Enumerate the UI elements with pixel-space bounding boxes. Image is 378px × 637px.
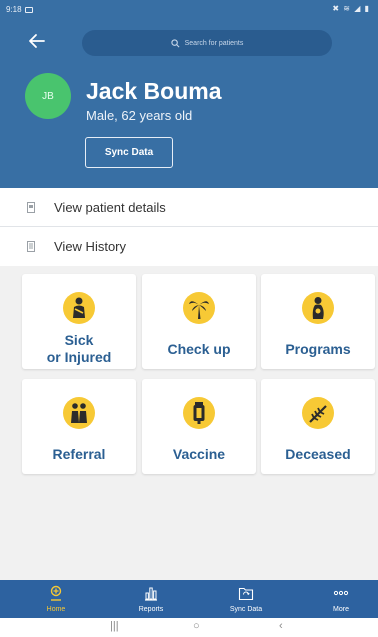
search-input[interactable]: Search for patients (82, 30, 332, 56)
system-home-button[interactable]: ○ (193, 620, 200, 632)
bottom-navigation: Home Reports Sync Data More (0, 580, 378, 618)
tile-vaccine[interactable]: Vaccine (142, 379, 256, 474)
tile-sick-or-injured[interactable]: Sick or Injured (22, 274, 136, 369)
back-arrow-icon[interactable] (24, 28, 50, 54)
nav-more[interactable]: More (305, 580, 377, 618)
sick-injured-icon (63, 292, 95, 324)
reports-icon (145, 587, 157, 601)
tile-label-or-injured: or Injured (46, 349, 112, 365)
patient-demographics: Male, 62 years old (86, 108, 193, 123)
sync-data-button[interactable]: Sync Data (85, 137, 173, 168)
tile-label-referral: Referral (52, 446, 106, 462)
document-icon (27, 202, 35, 213)
nav-home-label: Home (46, 606, 66, 613)
tile-label-vaccine: Vaccine (172, 446, 226, 462)
view-patient-details-row[interactable]: View patient details (0, 189, 378, 227)
avatar: JB (25, 73, 71, 119)
tile-label-check-up: Check up (167, 341, 231, 357)
system-navigation-bar: ||| ○ ‹ (0, 618, 378, 637)
gallery-icon (24, 6, 33, 13)
more-icon (333, 590, 349, 596)
status-bar: 9:18 ✖ ≋ ◢ ▮ (0, 0, 378, 18)
action-grid: Sick or Injured Check up Programs Referr… (0, 266, 378, 580)
history-icon (27, 241, 35, 252)
tile-programs[interactable]: Programs (261, 274, 375, 369)
tile-label-programs: Programs (285, 341, 351, 357)
palm-tree-icon (183, 292, 215, 324)
programs-icon (302, 292, 334, 324)
referral-icon (63, 397, 95, 429)
system-back-button[interactable]: ‹ (279, 620, 283, 632)
vaccine-icon (183, 397, 215, 429)
nav-reports[interactable]: Reports (115, 580, 187, 618)
search-placeholder: Search for patients (184, 39, 244, 47)
sync-icon (238, 587, 254, 601)
deceased-icon (302, 397, 334, 429)
tile-label-sick: Sick (64, 332, 94, 348)
nav-more-label: More (333, 606, 349, 613)
view-history-label: View History (54, 239, 127, 254)
patient-header: 9:18 ✖ ≋ ◢ ▮ Search for patients JB Jack… (0, 0, 378, 188)
home-icon (50, 585, 62, 601)
nav-reports-label: Reports (138, 606, 164, 613)
search-icon (170, 38, 180, 47)
tile-check-up[interactable]: Check up (142, 274, 256, 369)
tile-deceased[interactable]: Deceased (261, 379, 375, 474)
patient-name: Jack Bouma (86, 78, 222, 104)
status-time: 9:18 (6, 5, 22, 14)
status-time-group: 9:18 (6, 5, 33, 14)
view-history-row[interactable]: View History (0, 228, 378, 266)
recents-button[interactable]: ||| (110, 620, 119, 632)
tile-referral[interactable]: Referral (22, 379, 136, 474)
nav-home[interactable]: Home (20, 580, 92, 618)
nav-sync-data-label: Sync Data (229, 606, 263, 613)
tile-label-deceased: Deceased (285, 446, 351, 462)
nav-sync-data[interactable]: Sync Data (210, 580, 282, 618)
view-patient-details-label: View patient details (54, 200, 166, 215)
status-icons: ✖ ≋ ◢ ▮ (332, 4, 370, 13)
